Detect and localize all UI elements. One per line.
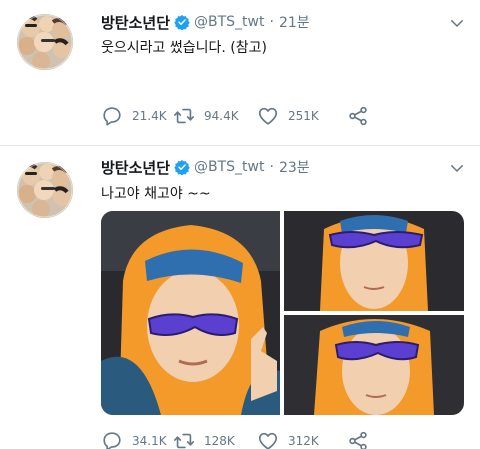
chevron-down-icon[interactable] — [448, 14, 466, 32]
reply-button[interactable]: 21.4K — [101, 104, 167, 128]
reply-icon — [101, 430, 123, 449]
group-photo-avatar-icon — [17, 14, 73, 70]
group-photo-avatar-icon — [17, 162, 73, 218]
account-name[interactable]: 방탄소년단 — [101, 12, 170, 33]
separator-dot: · — [269, 14, 274, 30]
like-count: 312K — [288, 434, 319, 448]
share-icon — [347, 430, 369, 449]
tweet-actions: 21.4K 94.4K 251K — [101, 104, 431, 128]
photo-1[interactable] — [101, 211, 280, 415]
selfie-photo-hood-1-icon — [284, 211, 464, 311]
selfie-photo-hood-2-icon — [284, 315, 464, 415]
reply-button[interactable]: 34.1K — [101, 429, 167, 449]
tweet-header: 방탄소년단 @BTS_twt · 23분 — [101, 157, 310, 177]
account-handle[interactable]: @BTS_twt — [194, 14, 264, 30]
like-count: 251K — [288, 109, 319, 123]
retweet-button[interactable]: 94.4K — [173, 104, 239, 128]
share-button[interactable] — [347, 429, 369, 449]
avatar[interactable] — [17, 14, 73, 70]
avatar[interactable] — [17, 162, 73, 218]
heart-icon — [257, 430, 279, 449]
tweet-actions: 34.1K 128K 312K — [101, 429, 431, 449]
account-name[interactable]: 방탄소년단 — [101, 157, 170, 178]
retweet-count: 94.4K — [204, 109, 239, 123]
like-button[interactable]: 251K — [257, 104, 319, 128]
tweet-text: 웃으시라고 썼습니다. (참고) — [101, 40, 267, 56]
retweet-button[interactable]: 128K — [173, 429, 235, 449]
separator-dot: · — [269, 159, 274, 175]
tweet-1[interactable]: 방탄소년단 @BTS_twt · 21분 웃으시라고 썼습니다. (참고) 21… — [0, 0, 480, 146]
retweet-icon — [173, 105, 195, 127]
reply-icon — [101, 105, 123, 127]
tweet-2[interactable]: 방탄소년단 @BTS_twt · 23분 나고야 채고야 ~~ 34.1K 12… — [0, 147, 480, 449]
account-handle[interactable]: @BTS_twt — [194, 159, 264, 175]
photo-2[interactable] — [284, 211, 464, 311]
chevron-down-icon[interactable] — [448, 159, 466, 177]
selfie-photo-headband-icon — [101, 211, 280, 415]
verified-badge-icon — [174, 14, 190, 30]
media-grid — [101, 211, 464, 415]
reply-count: 34.1K — [132, 434, 167, 448]
reply-count: 21.4K — [132, 109, 167, 123]
retweet-icon — [173, 430, 195, 449]
heart-icon — [257, 105, 279, 127]
photo-3[interactable] — [284, 315, 464, 415]
tweet-header: 방탄소년단 @BTS_twt · 21분 — [101, 12, 310, 32]
share-icon — [347, 105, 369, 127]
tweet-timestamp[interactable]: 21분 — [279, 12, 310, 32]
share-button[interactable] — [347, 104, 369, 128]
tweet-text: 나고야 채고야 ~~ — [101, 186, 211, 202]
retweet-count: 128K — [204, 434, 235, 448]
like-button[interactable]: 312K — [257, 429, 319, 449]
verified-badge-icon — [174, 159, 190, 175]
tweet-timestamp[interactable]: 23분 — [279, 157, 310, 177]
